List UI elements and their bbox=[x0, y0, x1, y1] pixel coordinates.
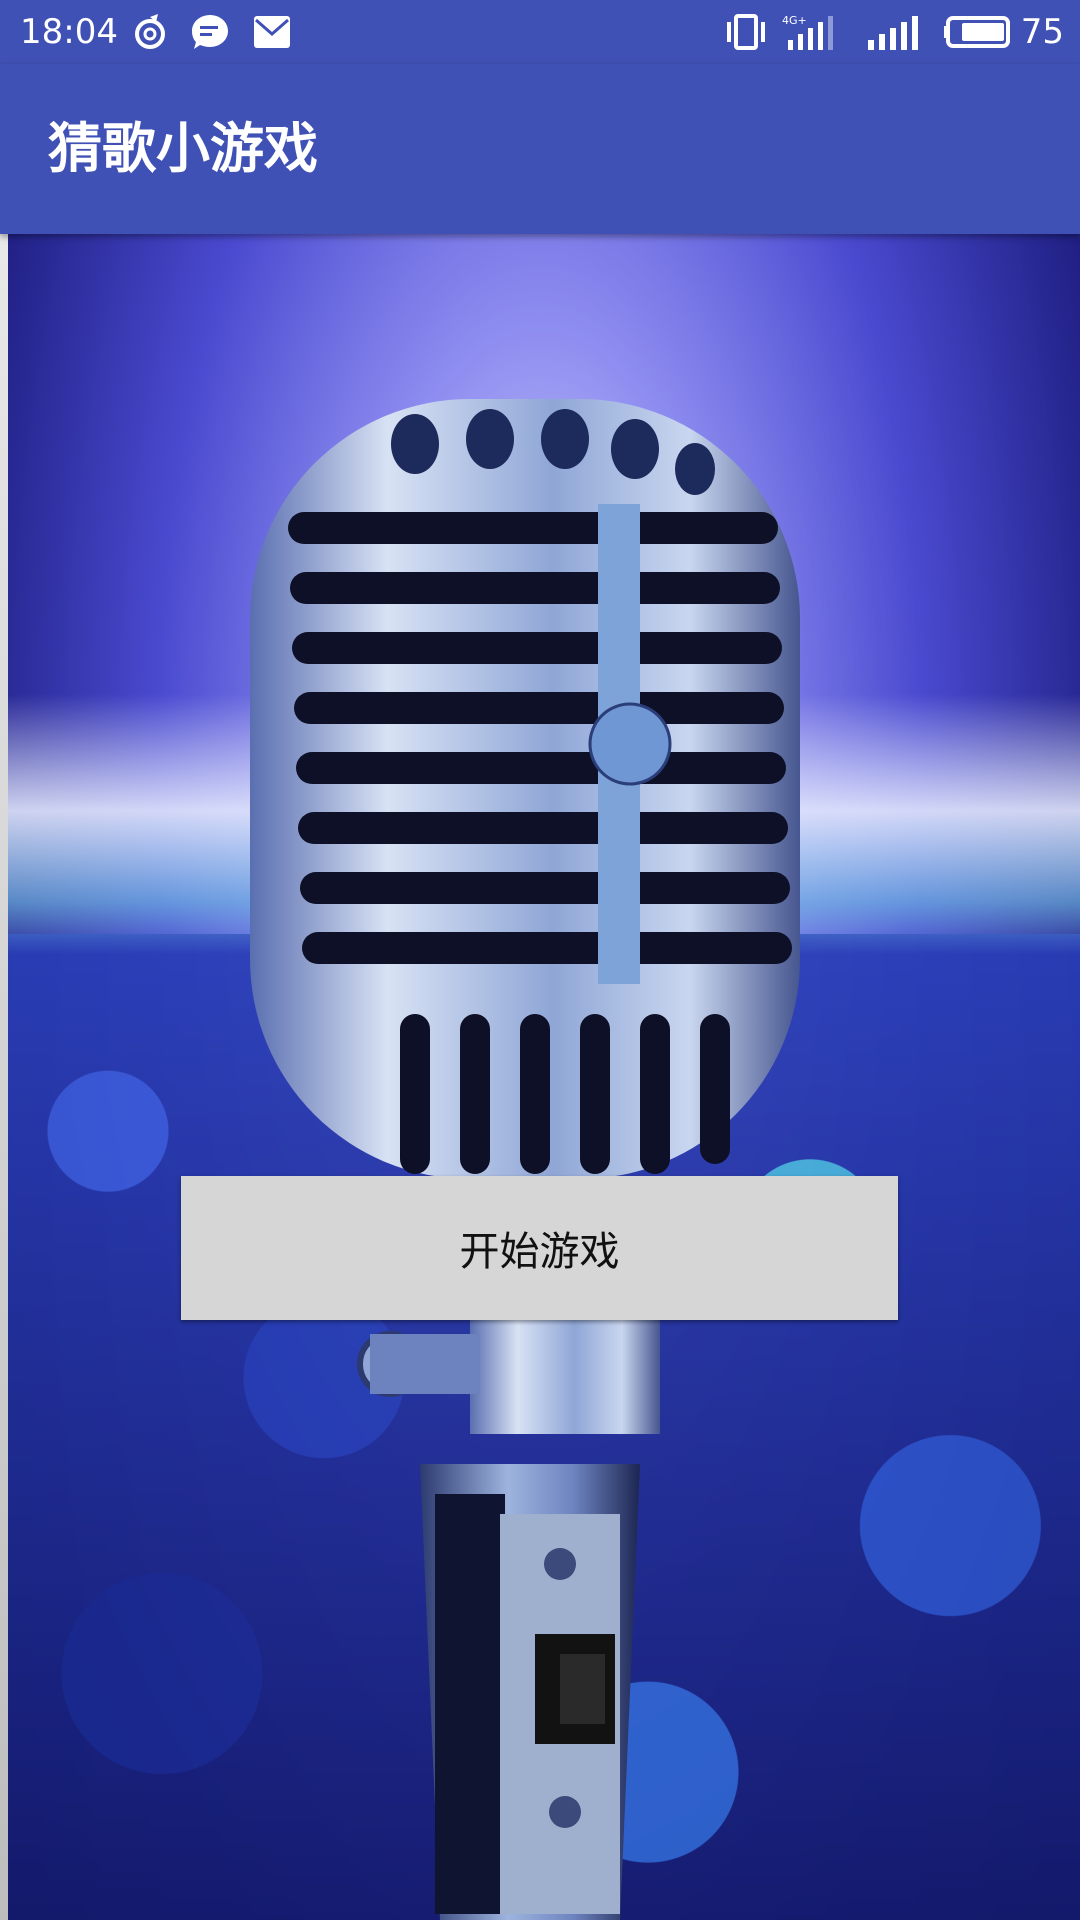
mail-icon bbox=[254, 16, 290, 48]
left-edge bbox=[0, 234, 8, 1920]
microphone-image bbox=[250, 399, 800, 1920]
signal-icon bbox=[868, 16, 918, 50]
status-bar: 18:04 4G+ 75 bbox=[0, 0, 1080, 64]
start-game-button[interactable]: 开始游戏 bbox=[181, 1176, 898, 1320]
svg-text:4G+: 4G+ bbox=[782, 14, 807, 27]
page-title: 猜歌小游戏 bbox=[48, 117, 318, 180]
network-4g-icon: 4G+ bbox=[782, 14, 833, 50]
message-icon bbox=[192, 15, 228, 49]
vibrate-icon bbox=[727, 14, 765, 50]
status-time: 18:04 bbox=[20, 12, 118, 52]
sync-icon bbox=[135, 14, 165, 49]
battery-icon bbox=[944, 16, 1010, 48]
battery-level: 75 bbox=[1020, 12, 1064, 52]
app-bar: 猜歌小游戏 bbox=[0, 64, 1080, 234]
main-content bbox=[0, 234, 1080, 1920]
